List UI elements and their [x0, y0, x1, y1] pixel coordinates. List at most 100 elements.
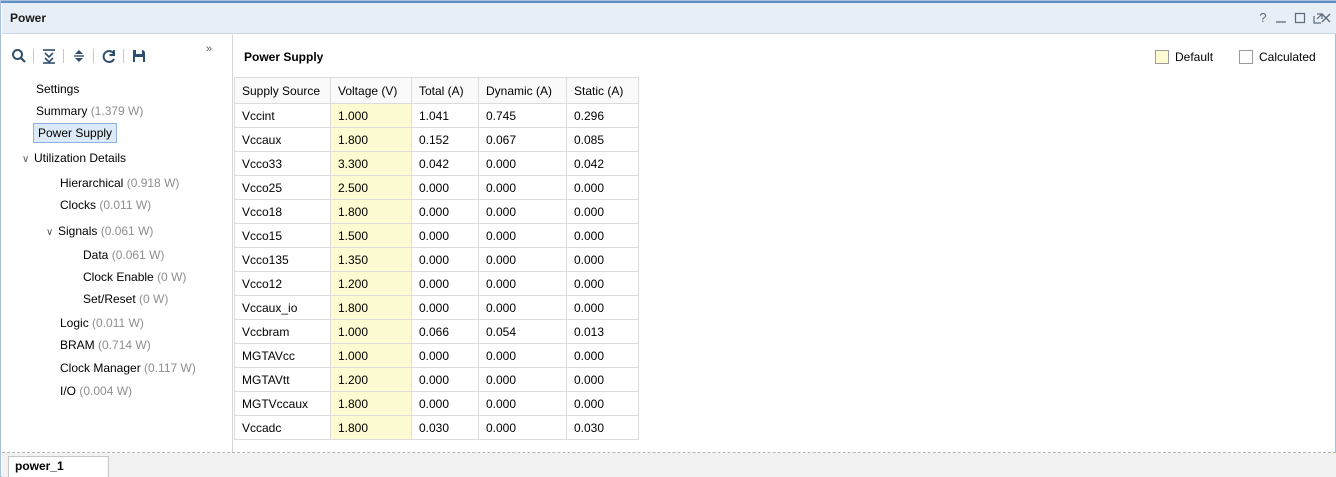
voltage-cell[interactable]: 1.800 [330, 391, 412, 416]
voltage-cell[interactable]: 1.800 [330, 295, 412, 320]
table-cell: 0.000 [411, 247, 479, 272]
tree-item-value: (1.379 W) [90, 104, 144, 118]
tree-item-label: Summary [36, 104, 88, 118]
voltage-cell[interactable]: 1.800 [330, 199, 412, 224]
tree-item-signals[interactable]: ∨ Signals (0.061 W) [46, 221, 153, 241]
table-cell: Vcco33 [234, 151, 331, 176]
voltage-cell[interactable]: 1.200 [330, 367, 412, 392]
table-cell: 0.000 [411, 199, 479, 224]
tree-item-bram[interactable]: BRAM (0.714 W) [60, 335, 151, 355]
search-icon[interactable] [10, 47, 28, 65]
tree-item-clocks[interactable]: Clocks (0.011 W) [60, 195, 151, 215]
collapse-all-icon[interactable] [40, 47, 58, 65]
tree-item-value: (0 W) [157, 270, 187, 284]
voltage-cell[interactable]: 3.300 [330, 151, 412, 176]
voltage-cell[interactable]: 1.800 [330, 415, 412, 440]
table-row[interactable]: Vcco12 1.200 0.000 0.000 0.000 [234, 271, 639, 296]
panel-title: Power Supply [244, 50, 324, 64]
minimize-icon[interactable] [1274, 11, 1288, 25]
tree-item-label: Data [83, 248, 109, 262]
table-cell: Vcco15 [234, 223, 331, 248]
voltage-cell[interactable]: 1.000 [330, 319, 412, 344]
tree-item-set-reset[interactable]: Set/Reset (0 W) [83, 289, 168, 309]
table-cell: 0.054 [478, 319, 567, 344]
tree-item-settings[interactable]: Settings [36, 79, 79, 99]
voltage-cell[interactable]: 1.800 [330, 127, 412, 152]
tree-item-data[interactable]: Data (0.061 W) [83, 245, 164, 265]
power-supply-table: Supply Source Voltage (V) Total (A) Dyna… [234, 77, 639, 440]
table-cell: 0.000 [411, 223, 479, 248]
pane-splitter[interactable] [232, 35, 233, 453]
column-header[interactable]: Dynamic (A) [478, 77, 567, 104]
close-icon[interactable] [1319, 11, 1333, 25]
tree-item-clock-enable[interactable]: Clock Enable (0 W) [83, 267, 186, 287]
table-row[interactable]: Vcco25 2.500 0.000 0.000 0.000 [234, 175, 639, 200]
voltage-cell[interactable]: 2.500 [330, 175, 412, 200]
save-icon[interactable] [130, 47, 148, 65]
table-row[interactable]: MGTAVtt 1.200 0.000 0.000 0.000 [234, 367, 639, 392]
expand-all-icon[interactable] [70, 47, 88, 65]
table-cell: 0.000 [478, 367, 567, 392]
table-row[interactable]: MGTVccaux 1.800 0.000 0.000 0.000 [234, 391, 639, 416]
voltage-cell[interactable]: 1.000 [330, 103, 412, 128]
table-cell: 0.000 [566, 295, 639, 320]
table-row[interactable]: Vcco33 3.300 0.042 0.000 0.042 [234, 151, 639, 176]
tree-item-power-supply[interactable]: Power Supply [33, 123, 118, 143]
refresh-icon[interactable] [100, 47, 118, 65]
column-header[interactable]: Supply Source [234, 77, 331, 104]
chevron-down-icon[interactable]: ∨ [46, 223, 58, 243]
table-row[interactable]: Vcco135 1.350 0.000 0.000 0.000 [234, 247, 639, 272]
voltage-cell[interactable]: 1.200 [330, 271, 412, 296]
table-row[interactable]: Vccaux 1.800 0.152 0.067 0.085 [234, 127, 639, 152]
help-icon[interactable]: ? [1256, 11, 1270, 25]
tree-item-label: Clock Manager [60, 361, 141, 375]
table-row[interactable]: Vccaux_io 1.800 0.000 0.000 0.000 [234, 295, 639, 320]
legend-default-swatch [1155, 50, 1169, 64]
tree-item-label: Hierarchical [60, 176, 124, 190]
table-cell: 0.000 [411, 343, 479, 368]
table-cell: 0.000 [478, 151, 567, 176]
table-row[interactable]: Vccadc 1.800 0.030 0.000 0.030 [234, 415, 639, 440]
table-cell: 0.000 [411, 295, 479, 320]
power-window: Power ? » Settings Summary (1.379 W) Pow… [0, 0, 1336, 477]
restore-icon[interactable] [1293, 11, 1307, 25]
tree-item-hierarchical[interactable]: Hierarchical (0.918 W) [60, 173, 179, 193]
tab-power-1[interactable]: power_1 [8, 456, 109, 477]
table-row[interactable]: Vccbram 1.000 0.066 0.054 0.013 [234, 319, 639, 344]
voltage-cell[interactable]: 1.350 [330, 247, 412, 272]
tree-item-value: (0.011 W) [99, 198, 152, 212]
table-row[interactable]: Vccint 1.000 1.041 0.745 0.296 [234, 103, 639, 128]
table-cell: 0.000 [478, 271, 567, 296]
tree-item-summary[interactable]: Summary (1.379 W) [36, 101, 143, 121]
table-cell: Vccint [234, 103, 331, 128]
table-cell: 0.000 [566, 271, 639, 296]
table-cell: 0.000 [566, 343, 639, 368]
tree-item-label: Set/Reset [83, 292, 136, 306]
tree-item-logic[interactable]: Logic (0.011 W) [60, 313, 144, 333]
table-row[interactable]: Vcco18 1.800 0.000 0.000 0.000 [234, 199, 639, 224]
table-cell: 0.000 [411, 391, 479, 416]
column-header[interactable]: Total (A) [411, 77, 479, 104]
table-row[interactable]: MGTAVcc 1.000 0.000 0.000 0.000 [234, 343, 639, 368]
tree-item-label: Power Supply [38, 126, 113, 140]
tree-item-label: BRAM [60, 338, 95, 352]
column-header[interactable]: Static (A) [566, 77, 639, 104]
tree-item-utilization-details[interactable]: ∨ Utilization Details [22, 148, 126, 168]
overflow-icon[interactable]: » [206, 43, 224, 61]
tree-item-label: Settings [36, 82, 80, 96]
table-cell: MGTAVtt [234, 367, 331, 392]
tree-item-io[interactable]: I/O (0.004 W) [60, 381, 132, 401]
voltage-cell[interactable]: 1.000 [330, 343, 412, 368]
legend-calculated-label: Calculated [1259, 50, 1316, 64]
column-header[interactable]: Voltage (V) [330, 77, 412, 104]
legend-default-label: Default [1175, 50, 1214, 64]
report-tabstrip: power_1 [2, 453, 1336, 477]
chevron-down-icon[interactable]: ∨ [22, 150, 34, 170]
table-cell: 0.000 [478, 343, 567, 368]
voltage-cell[interactable]: 1.500 [330, 223, 412, 248]
table-cell: 0.030 [411, 415, 479, 440]
table-row[interactable]: Vcco15 1.500 0.000 0.000 0.000 [234, 223, 639, 248]
tree-item-clock-manager[interactable]: Clock Manager (0.117 W) [60, 358, 196, 378]
table-cell: 0.000 [478, 415, 567, 440]
table-cell: 0.000 [566, 199, 639, 224]
